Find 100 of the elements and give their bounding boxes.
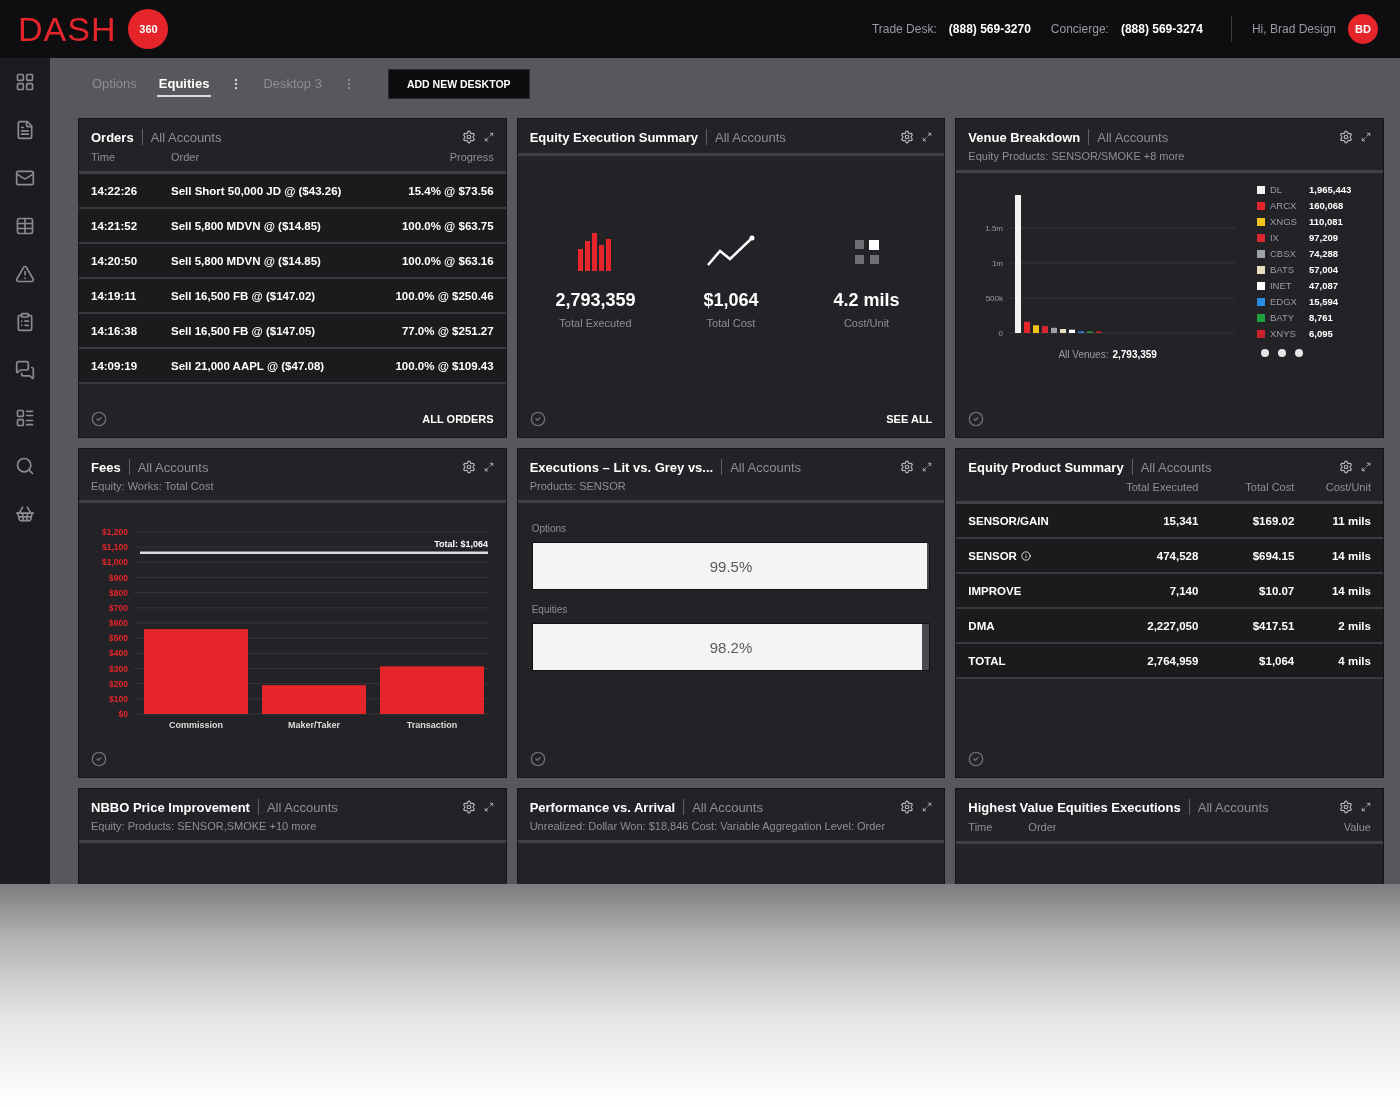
product-name: DMA xyxy=(968,619,995,632)
table-row[interactable]: 14:20:50 Sell 5,800 MDVN @ ($14.85) 100.0% @ $63.16 xyxy=(79,244,506,279)
settings-icon[interactable] xyxy=(1339,130,1353,144)
expand-icon[interactable] xyxy=(483,462,494,472)
table-cell-text: Sell 16,500 FB @ ($147.02) xyxy=(171,289,317,302)
check-circle-icon[interactable] xyxy=(968,411,985,427)
expand-icon[interactable] xyxy=(1361,132,1371,142)
column-header: Progress xyxy=(448,151,494,163)
axis-label: $900 xyxy=(109,572,129,583)
table-row[interactable]: 14:16:38 Sell 16,500 FB @ ($147.05) 77.0% @ $251.27 xyxy=(79,314,506,349)
table-icon[interactable] xyxy=(15,216,35,236)
panel-title: Equity Product Summary xyxy=(968,459,1124,475)
settings-icon[interactable] xyxy=(900,800,915,814)
expand-icon[interactable] xyxy=(1361,462,1371,472)
account-scope[interactable]: All Accounts xyxy=(266,799,338,815)
table-row[interactable]: DMA 2,227,050 $417.51 2 mils xyxy=(956,609,1383,644)
legend-value: 160,068 xyxy=(1309,200,1344,211)
account-scope[interactable]: All Accounts xyxy=(137,459,209,475)
table-cell-text: 14:09:19 xyxy=(91,359,139,372)
table-cell-text: 2 mils xyxy=(1337,619,1371,632)
page-dot-icon[interactable] xyxy=(1295,349,1303,357)
account-scope[interactable]: All Accounts xyxy=(1197,799,1269,815)
account-scope[interactable]: All Accounts xyxy=(715,129,786,145)
info-icon[interactable] xyxy=(1020,550,1031,561)
account-scope[interactable]: All Accounts xyxy=(1097,129,1169,145)
panel-subtitle: Products: SENSOR xyxy=(529,480,627,492)
search-icon[interactable] xyxy=(15,456,35,476)
check-circle-icon[interactable] xyxy=(91,751,107,767)
check-circle-icon[interactable] xyxy=(529,751,546,767)
expand-icon[interactable] xyxy=(1361,802,1371,812)
venue-bar xyxy=(1041,326,1048,333)
settings-icon[interactable] xyxy=(900,130,915,144)
table-cell-text: $694.15 xyxy=(1251,549,1295,562)
expand-icon[interactable] xyxy=(483,802,494,812)
table-row[interactable]: 14:19:11 Sell 16,500 FB @ ($147.02) 100.0% @ $250.46 xyxy=(79,279,506,314)
total-value: 2,793,359 xyxy=(1112,349,1157,360)
chat-icon[interactable] xyxy=(15,360,35,380)
user-avatar[interactable]: BD xyxy=(1348,14,1378,44)
column-header: Cost/Unit xyxy=(1324,481,1371,493)
venue-bar xyxy=(1050,327,1057,333)
page-dot-icon[interactable] xyxy=(1278,349,1286,357)
axis-label: Commission xyxy=(169,720,224,730)
account-scope[interactable]: All Accounts xyxy=(730,459,801,475)
table-row[interactable]: SENSOR 474,528 $694.15 14 mils xyxy=(956,539,1383,574)
axis-label: $1,100 xyxy=(102,542,129,553)
add-desktop-button[interactable]: ADD NEW DESKTOP xyxy=(387,69,530,99)
table-row[interactable]: 14:21:52 Sell 5,800 MDVN @ ($14.85) 100.0% @ $63.75 xyxy=(79,209,506,244)
warning-icon[interactable] xyxy=(15,264,35,284)
grid-icon[interactable] xyxy=(15,72,35,92)
footer-link[interactable]: SEE ALL xyxy=(886,413,933,425)
table-cell-text: 11 mils xyxy=(1331,514,1371,527)
axis-label: $800 xyxy=(109,587,129,598)
settings-icon[interactable] xyxy=(900,460,915,474)
expand-icon[interactable] xyxy=(483,132,494,142)
table-cell-text: 4 mils xyxy=(1337,654,1371,667)
document-icon[interactable] xyxy=(15,120,35,140)
account-scope[interactable]: All Accounts xyxy=(692,799,763,815)
page-dot-icon[interactable] xyxy=(1261,349,1269,357)
expand-icon[interactable] xyxy=(922,802,933,812)
table-row[interactable]: 14:09:19 Sell 21,000 AAPL @ ($47.08) 100.0% @ $109.43 xyxy=(79,349,506,384)
check-circle-icon[interactable] xyxy=(968,751,985,767)
table-cell-text: 474,528 xyxy=(1155,549,1199,562)
settings-icon[interactable] xyxy=(461,800,476,814)
table-row[interactable]: SENSOR/GAIN 15,341 $169.02 11 mils xyxy=(956,504,1383,539)
total-label: All Venues: xyxy=(1058,349,1109,360)
table-cell-text: Sell 5,800 MDVN @ ($14.85) xyxy=(171,254,322,267)
settings-icon[interactable] xyxy=(1339,460,1353,474)
clipboard-icon[interactable] xyxy=(15,312,35,332)
stat-value: 2,793,359 xyxy=(555,290,636,311)
table-row[interactable]: TOTAL 2,764,959 $1,064 4 mils xyxy=(956,644,1383,679)
footer-link[interactable]: ALL ORDERS xyxy=(422,413,494,425)
settings-icon[interactable] xyxy=(1339,800,1353,814)
check-circle-icon[interactable] xyxy=(529,411,546,427)
panel-title: NBBO Price Improvement xyxy=(91,799,250,815)
legend-name: XNYS xyxy=(1270,328,1297,339)
user-greeting[interactable]: Hi, Brad Design xyxy=(1251,22,1336,36)
table-cell-text: 14 mils xyxy=(1330,549,1371,562)
legend-name: XNGS xyxy=(1270,216,1298,227)
table-cell-text: 14:20:50 xyxy=(91,254,139,267)
settings-icon[interactable] xyxy=(461,130,476,144)
panel-subtitle: Unrealized: Dollar Won: $18,846 Cost: Variable Aggregation Level: Order xyxy=(529,820,887,832)
expand-icon[interactable] xyxy=(922,462,933,472)
axis-label: $1,000 xyxy=(102,557,129,568)
envelope-icon[interactable] xyxy=(15,168,35,188)
column-header: Value xyxy=(1342,821,1371,833)
table-cell-text: $1,064 xyxy=(1258,654,1295,667)
desktop-tab[interactable]: Equities xyxy=(156,71,212,97)
settings-icon[interactable] xyxy=(461,460,476,474)
table-row[interactable]: IMPROVE 7,140 $10.07 14 mils xyxy=(956,574,1383,609)
basket-icon[interactable] xyxy=(15,504,35,524)
bar-label: Options xyxy=(531,523,568,534)
axis-label: 1m xyxy=(991,259,1003,268)
account-scope[interactable]: All Accounts xyxy=(150,129,222,145)
panel-subtitle: Equity: Products: SENSOR,SMOKE +10 more xyxy=(91,820,318,832)
account-scope[interactable]: All Accounts xyxy=(1140,459,1212,475)
panel-subtitle: Equity Products: SENSOR/SMOKE +8 more xyxy=(968,150,1186,162)
check-circle-icon[interactable] xyxy=(91,411,107,427)
list-icon[interactable] xyxy=(15,408,35,428)
table-row[interactable]: 14:22:26 Sell Short 50,000 JD @ ($43.26) 15.4% @ $73.56 xyxy=(79,174,506,209)
expand-icon[interactable] xyxy=(922,132,933,142)
